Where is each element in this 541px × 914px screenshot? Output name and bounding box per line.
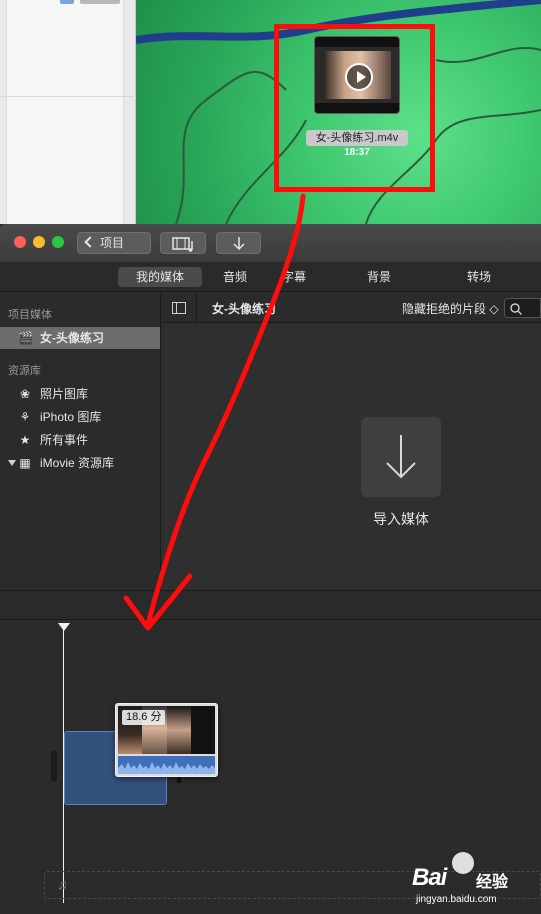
finder-item-label [80,0,120,4]
project-media-header: 项目媒体 [8,309,52,321]
tab-my-media[interactable]: 我的媒体 [118,267,202,287]
chevron-left-icon [84,236,96,248]
window-toolbar: 项目 [0,224,541,262]
star-icon: ★ [19,433,31,447]
sidebar-item-label: 女-头像练习 [40,331,104,345]
content-tab-bar: 我的媒体 音频 字幕 背景 转场 [0,262,541,292]
grid-icon: ▦ [19,456,31,470]
download-arrow-icon [233,237,245,251]
dragged-clip[interactable]: 18.6 分 [115,703,218,777]
sidebar-item-photos[interactable]: ❀ 照片图库 [0,383,160,405]
clapper-icon: 🎬 [18,331,33,345]
music-note-icon: ♫ [57,876,68,892]
tab-audio[interactable]: 音频 [214,267,256,287]
clip-duration-badge: 18.6 分 [122,710,166,725]
tab-transitions[interactable]: 转场 [458,267,500,287]
finder-row-divider [0,96,136,97]
iphoto-palm-icon: ⚘ [19,410,31,424]
folder-icon [60,0,74,4]
sidebar-item-iphoto[interactable]: ⚘ iPhoto 图库 [0,406,160,428]
import-media-button[interactable] [361,417,441,497]
media-browser: 女-头像练习 隐藏拒绝的片段 ◇ 导入媒体 [162,293,541,590]
sidebar-item-label: iMovie 资源库 [40,456,115,470]
download-arrow-icon [386,435,416,479]
sidebar-item-label: iPhoto 图库 [40,410,102,424]
imovie-window: 项目 我的媒体 音频 字幕 背景 转场 项目媒体 🎬 女-头像练习 资源库 ❀ … [0,224,541,914]
disclosure-triangle-icon[interactable] [8,460,16,466]
clip-frame [166,706,191,754]
tab-backgrounds[interactable]: 背景 [358,267,400,287]
browser-title: 女-头像练习 [212,302,276,316]
timeline-toolbar [0,590,541,620]
media-browser-button[interactable] [160,232,206,254]
clip-trim-handle[interactable] [51,751,57,781]
sidebar-item-label: 照片图库 [40,387,89,401]
clip-frame [190,706,215,754]
search-input[interactable] [504,298,541,318]
sidebar-item-all-events[interactable]: ★ 所有事件 [0,429,160,451]
watermark-url: jingyan.baidu.com [416,894,497,905]
watermark-brand: 经验 [476,874,509,891]
baidu-paw-icon [452,852,474,874]
finder-content [6,0,124,224]
back-to-projects-button[interactable]: 项目 [77,232,151,254]
back-to-projects-label: 项目 [100,236,125,250]
browser-header: 女-头像练习 隐藏拒绝的片段 ◇ [162,293,541,323]
tab-titles[interactable]: 字幕 [270,267,318,287]
libraries-sidebar: 项目媒体 🎬 女-头像练习 资源库 ❀ 照片图库 ⚘ iPhoto 图库 ★ 所… [0,293,161,590]
finder-window [0,0,136,224]
annotation-box [274,24,435,192]
sidebar-toggle-icon[interactable] [172,302,186,314]
playhead-marker-icon[interactable] [58,623,70,631]
import-media-label: 导入媒体 [373,511,429,527]
minimize-window-button[interactable] [33,236,45,248]
close-window-button[interactable] [14,236,26,248]
sidebar-item-imovie-library[interactable]: ▦ iMovie 资源库 [0,452,160,474]
sidebar-item-project[interactable]: 🎬 女-头像练习 [0,327,160,349]
clip-filter-select[interactable]: 隐藏拒绝的片段 ◇ [402,300,499,317]
search-icon [510,303,522,315]
libraries-header: 资源库 [8,365,41,377]
import-button[interactable] [216,232,261,254]
sidebar-item-label: 所有事件 [40,433,89,447]
watermark-logo: Bai [412,864,447,891]
audio-waveform [118,756,215,774]
photos-icon: ❀ [19,387,31,401]
baidu-watermark: Bai 经验 jingyan.baidu.com [412,852,532,908]
film-music-icon [172,237,193,252]
fullscreen-window-button[interactable] [52,236,64,248]
